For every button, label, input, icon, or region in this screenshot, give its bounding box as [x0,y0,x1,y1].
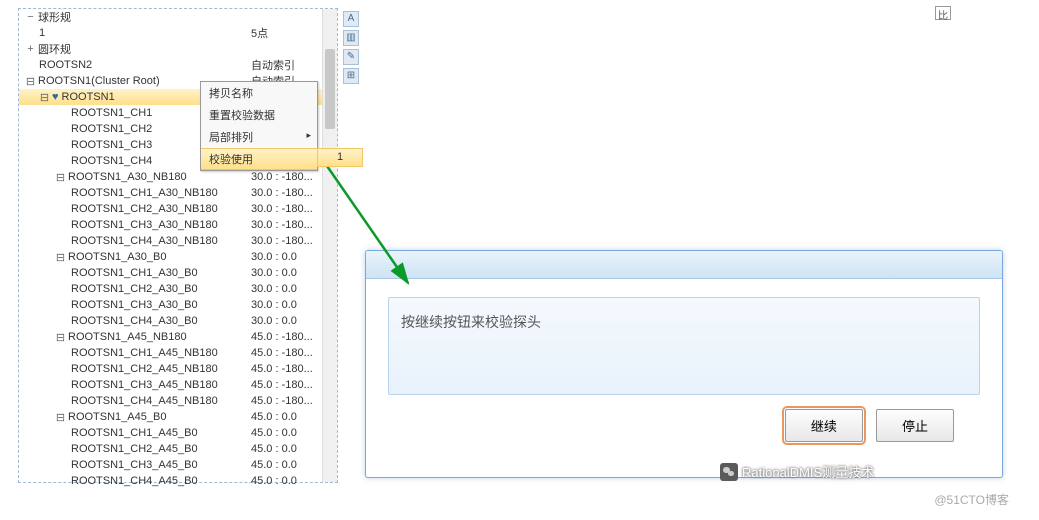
dialog-message: 按继续按钮来校验探头 [388,297,980,395]
tree-row[interactable]: ROOTSN1_CH3_A30_NB18030.0 : -180... [19,217,337,233]
collapse-icon: ⊟ [55,411,66,424]
probe-icon: ♥ [52,91,59,103]
expand-icon: + [25,43,36,55]
tree-row[interactable]: ROOTSN1_CH1_A45_NB18045.0 : -180... [19,345,337,361]
tree-row[interactable]: ROOTSN1_CH1_A30_NB18030.0 : -180... [19,185,337,201]
collapse-icon: ⊟ [39,91,50,104]
collapse-icon: ⊟ [55,331,66,344]
tool-icon-chart[interactable]: ▥ [343,30,359,46]
stop-button[interactable]: 停止 [876,409,954,442]
scrollbar-thumb[interactable] [325,49,335,129]
tree-row[interactable]: ROOTSN1_CH4_A30_B030.0 : 0.0 [19,313,337,329]
tool-icon-a[interactable]: A [343,11,359,27]
tree-row[interactable]: ⊟ROOTSN1_A30_B030.0 : 0.0 [19,249,337,265]
tree-row[interactable]: ⊟ROOTSN1_A30_NB18030.0 : -180... [19,169,337,185]
vertical-scrollbar[interactable] [322,9,337,482]
tree-panel: − 球形规 1 5点 + 圆环规 ROOTSN2 自动索引 ⊟ ROOTSN1(… [18,8,338,483]
tree-row[interactable]: ROOTSN1_CH1_A30_B030.0 : 0.0 [19,265,337,281]
submenu-arrow-icon: ▸ [306,130,311,141]
tree-row[interactable]: ROOTSN1_CH1_A45_B045.0 : 0.0 [19,425,337,441]
tree-header-ring[interactable]: + 圆环规 [19,41,337,57]
tree-row[interactable]: ROOTSN1_CH3_A45_NB18045.0 : -180... [19,377,337,393]
calibration-dialog: 按继续按钮来校验探头 继续 停止 [365,250,1003,478]
tree-row[interactable]: ROOTSN1_CH4_A45_B045.0 : 0.0 [19,473,337,489]
tree-row[interactable]: ROOTSN1_CH2_A30_NB18030.0 : -180... [19,201,337,217]
tree-row[interactable]: ROOTSN1_CH3_A45_B045.0 : 0.0 [19,457,337,473]
continue-button[interactable]: 继续 [785,409,863,442]
collapse-icon: ⊟ [55,251,66,264]
tree-row[interactable]: ROOTSN1_CH4_A45_NB18045.0 : -180... [19,393,337,409]
tree-header-count: 1 5点 [19,25,337,41]
menu-local-sort[interactable]: 局部排列▸ [201,126,317,148]
tree-row[interactable]: ⊟ROOTSN1_A45_NB18045.0 : -180... [19,329,337,345]
submenu-item[interactable]: 1 [317,148,363,167]
tree-row[interactable]: ROOTSN1_CH2_A30_B030.0 : 0.0 [19,281,337,297]
tree-row[interactable]: ROOTSN1_CH3_A30_B030.0 : 0.0 [19,297,337,313]
menu-calib-use[interactable]: 校验使用 1 [201,148,317,170]
wechat-icon [720,463,738,481]
tree-rootsn2[interactable]: ROOTSN2 自动索引 [19,57,337,73]
context-menu: 拷贝名称 重置校验数据 局部排列▸ 校验使用 1 [200,81,318,171]
tool-icon-c[interactable]: ⊞ [343,68,359,84]
tool-icon-b[interactable]: ✎ [343,49,359,65]
menu-copy-name[interactable]: 拷贝名称 [201,82,317,104]
tree-header-sphere[interactable]: − 球形规 [19,9,337,25]
dialog-titlebar[interactable] [366,251,1002,279]
expand-icon: ⊟ [25,75,36,88]
tree-row[interactable]: ROOTSN1_CH2_A45_B045.0 : 0.0 [19,441,337,457]
collapse-icon: ⊟ [55,171,66,184]
collapse-icon: − [25,11,36,23]
side-toolbar: A ▥ ✎ ⊞ [343,8,361,87]
tree-row[interactable]: ROOTSN1_CH4_A30_NB18030.0 : -180... [19,233,337,249]
menu-reset-calib[interactable]: 重置校验数据 [201,104,317,126]
topright-badge: 比 [935,6,951,20]
tree-row[interactable]: ROOTSN1_CH2_A45_NB18045.0 : -180... [19,361,337,377]
wechat-credit: RationalDMIS测量技术 [720,462,874,481]
footer-credit: @51CTO博客 [934,491,1009,508]
tree-row[interactable]: ⊟ROOTSN1_A45_B045.0 : 0.0 [19,409,337,425]
